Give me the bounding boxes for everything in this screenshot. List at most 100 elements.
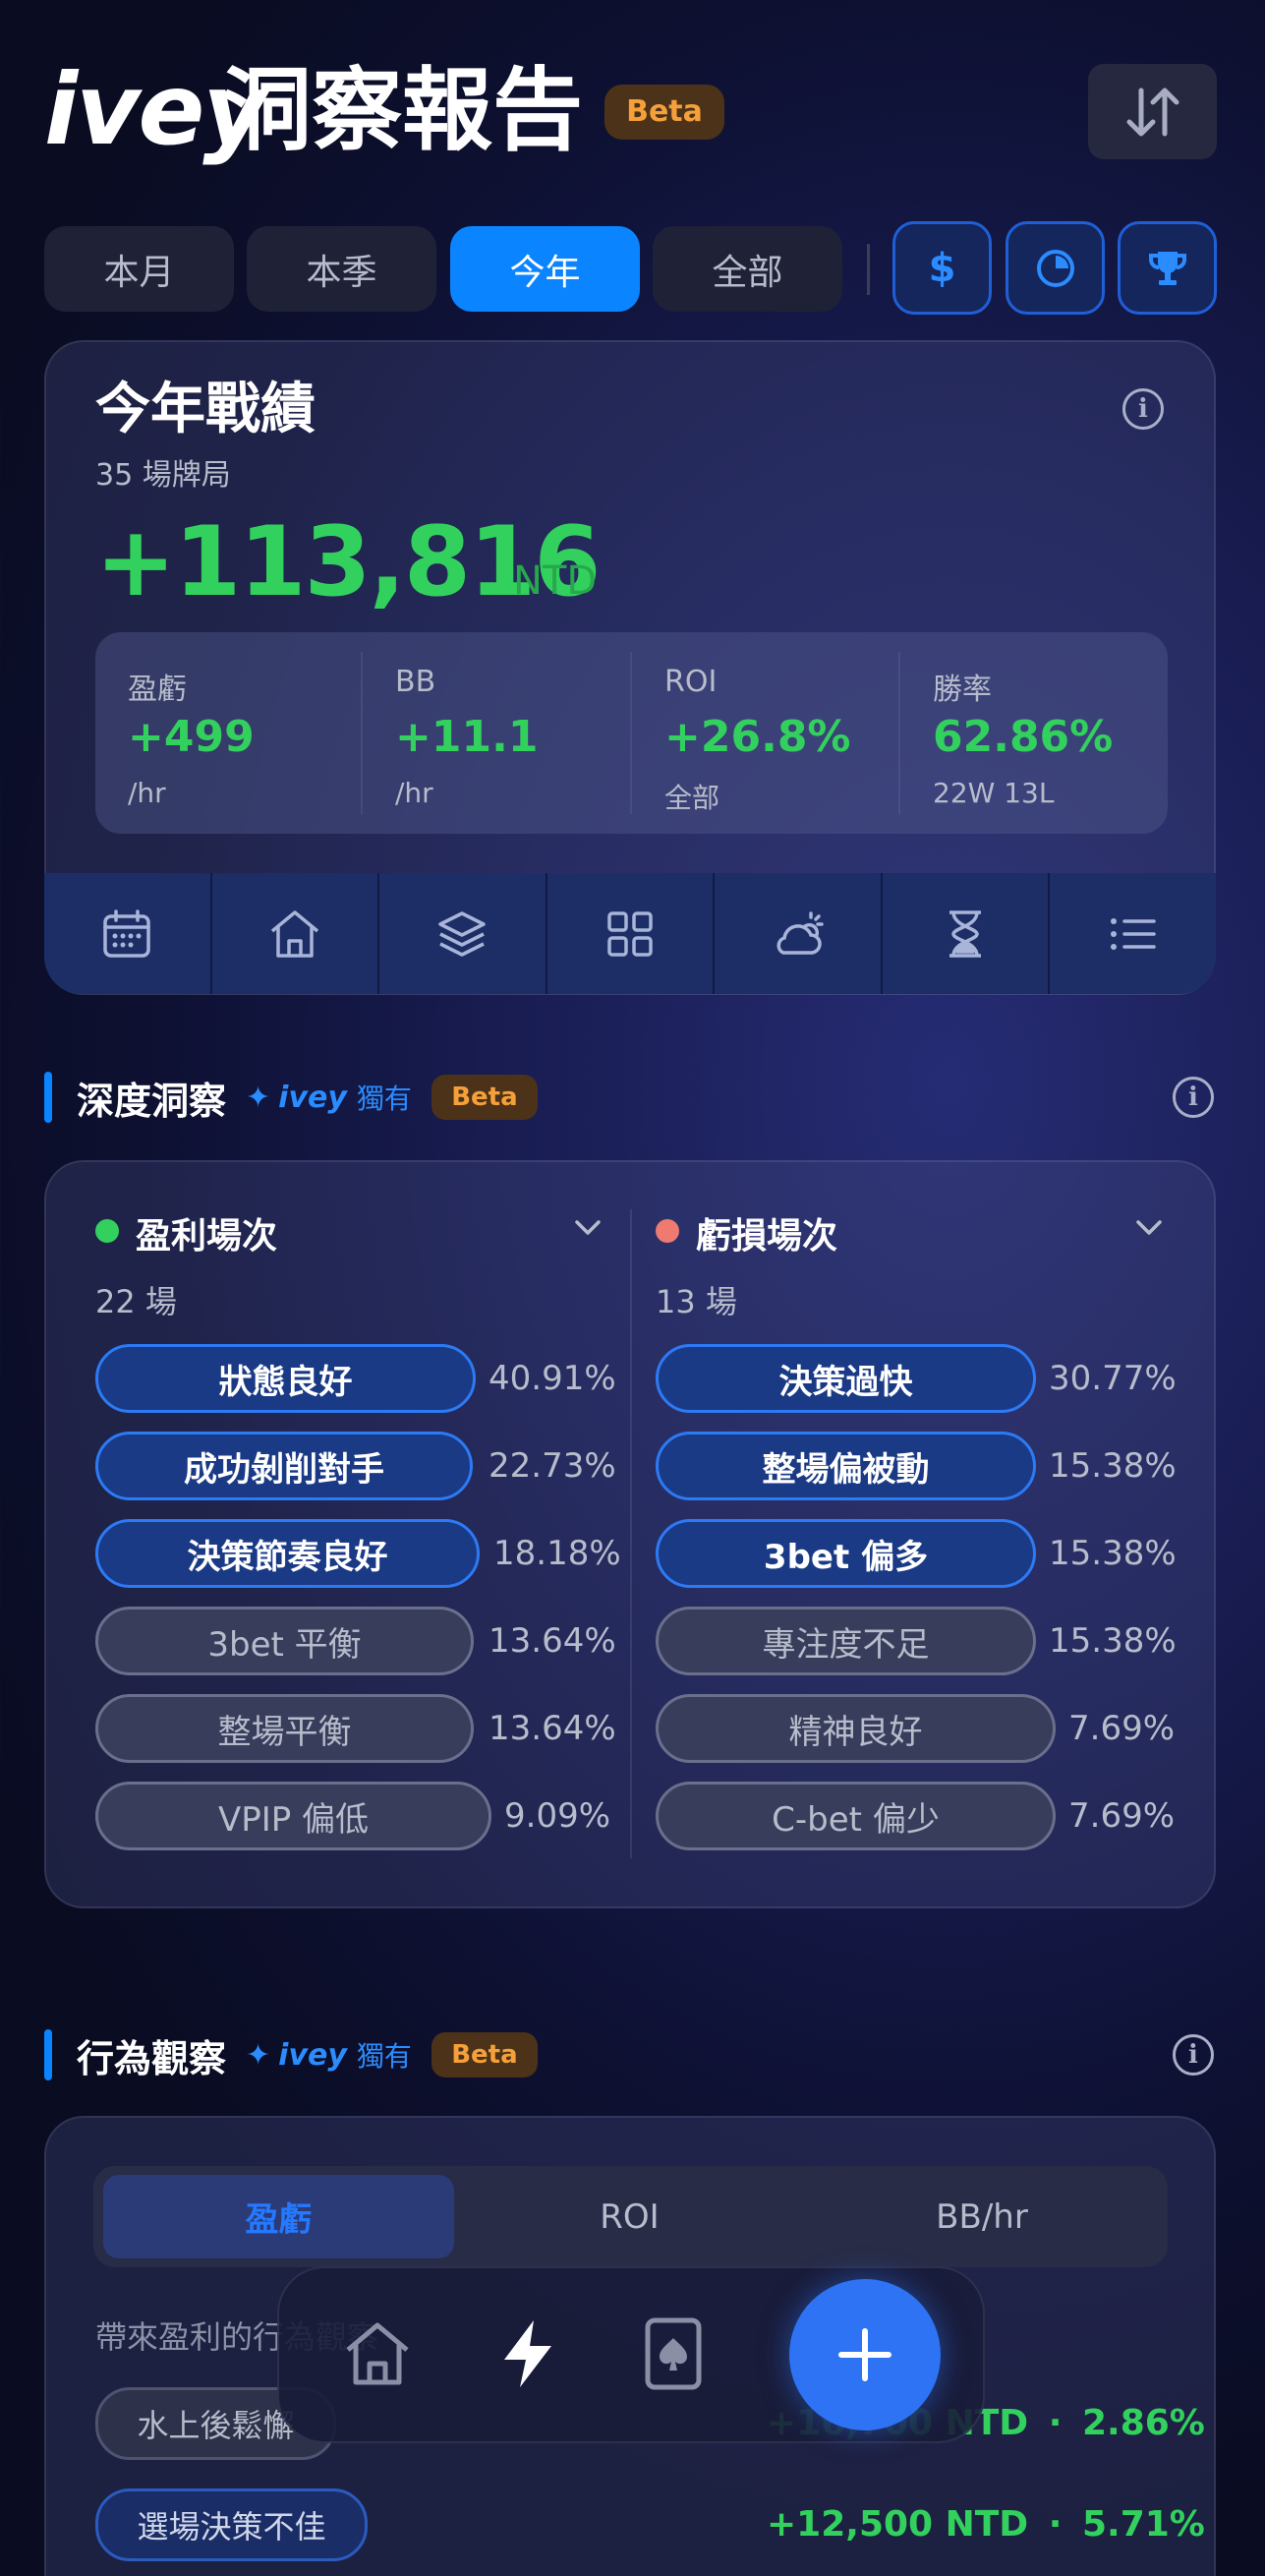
add-button[interactable] [789, 2279, 941, 2430]
tab-cards[interactable] [644, 2316, 703, 2395]
stat-value: 62.86% [933, 712, 1114, 762]
behavior-pct: 2.86% [1081, 2403, 1205, 2443]
loss-tag[interactable]: 專注度不足 [656, 1607, 1036, 1675]
sparkle-icon: ✦ [246, 1080, 271, 1115]
win-tag[interactable]: 狀態良好 [95, 1344, 476, 1413]
loss-tag[interactable]: 3bet 偏多 [656, 1519, 1036, 1588]
grid-button[interactable] [547, 873, 716, 994]
tab-month[interactable]: 本月 [44, 226, 234, 312]
stat-profit: 盈虧 +499 /hr [95, 632, 361, 834]
section-accent-bar [44, 2029, 52, 2080]
loss-tag-pct: 15.38% [1049, 1446, 1177, 1486]
win-count: 22 場 [95, 1283, 177, 1320]
behavior-value: +12,500 NTD · 5.71% [767, 2504, 1205, 2545]
loss-tag-pct: 30.77% [1049, 1359, 1177, 1398]
home-button[interactable] [212, 873, 380, 994]
trophy-icon [1148, 251, 1186, 285]
win-tag-pct: 40.91% [489, 1359, 616, 1398]
win-tag[interactable]: 決策節奏良好 [95, 1519, 480, 1588]
stat-bb: BB +11.1 /hr [363, 632, 630, 834]
page-title: 洞察報告 [221, 58, 584, 163]
metric-money-button[interactable]: $ [892, 221, 992, 315]
section-title: 深度洞察 [77, 1079, 227, 1123]
metric-time-button[interactable] [1006, 221, 1105, 315]
exclusive-brand: ivey [278, 1080, 347, 1115]
loss-dot [656, 1219, 679, 1243]
stat-unit: /hr [395, 777, 433, 809]
win-tag[interactable]: 成功剝削對手 [95, 1432, 473, 1500]
tab-quarter[interactable]: 本季 [247, 226, 436, 312]
loss-count: 13 場 [656, 1283, 737, 1320]
loss-tag-pct: 7.69% [1068, 1709, 1176, 1748]
hourglass-icon [949, 909, 982, 958]
separator: · [1048, 2403, 1063, 2443]
segment-profit[interactable]: 盈虧 [103, 2175, 454, 2258]
spade-card-icon [645, 2317, 702, 2390]
stat-unit: 22W 13L [933, 777, 1055, 809]
chevron-down-icon[interactable] [1133, 1215, 1165, 1243]
win-tag[interactable]: 3bet 平衡 [95, 1607, 474, 1675]
win-title: 盈利場次 [136, 1216, 278, 1257]
exclusive-label: 獨有 [356, 1083, 412, 1115]
hourglass-button[interactable] [883, 873, 1051, 994]
loss-tag[interactable]: 決策過快 [656, 1344, 1036, 1413]
sort-button[interactable] [1088, 64, 1217, 159]
stat-unit: 全部 [664, 782, 720, 814]
separator: · [1048, 2504, 1063, 2545]
beta-badge: Beta [431, 2032, 538, 2078]
calendar-button[interactable] [44, 873, 212, 994]
lightning-icon [504, 2320, 551, 2387]
info-icon[interactable]: i [1173, 1077, 1214, 1118]
win-tag[interactable]: VPIP 偏低 [95, 1782, 491, 1850]
segment-roi[interactable]: ROI [454, 2175, 805, 2258]
plus-icon [838, 2328, 891, 2381]
info-icon[interactable]: i [1122, 388, 1164, 430]
summary-title: 今年戰績 [95, 378, 316, 441]
weather-icon [776, 910, 824, 955]
divider [867, 244, 870, 295]
stat-label: BB [395, 665, 436, 699]
list-icon [1110, 917, 1156, 950]
deep-insight-header: 深度洞察 ✦ ivey 獨有 Beta [44, 1070, 538, 1125]
tab-insights[interactable] [496, 2318, 559, 2393]
beta-badge: Beta [604, 85, 724, 140]
stat-value: +499 [128, 712, 255, 762]
loss-tag-pct: 15.38% [1049, 1534, 1177, 1573]
grid-icon [607, 910, 653, 957]
loss-tag[interactable]: C-bet 偏少 [656, 1782, 1056, 1850]
beta-badge: Beta [431, 1075, 538, 1120]
win-tag-pct: 22.73% [489, 1446, 616, 1486]
loss-tag-pct: 7.69% [1068, 1796, 1176, 1836]
loss-title: 虧損場次 [696, 1216, 838, 1257]
dollar-icon: $ [928, 245, 956, 291]
loss-tag[interactable]: 精神良好 [656, 1694, 1056, 1763]
quick-icon-bar [44, 873, 1216, 994]
weather-button[interactable] [715, 873, 883, 994]
info-icon[interactable]: i [1173, 2034, 1214, 2076]
exclusive-label: 獨有 [356, 2040, 412, 2073]
tab-home[interactable] [342, 2318, 413, 2393]
loss-tag[interactable]: 整場偏被動 [656, 1432, 1036, 1500]
behavior-pct: 5.71% [1081, 2504, 1205, 2545]
timer-icon [1036, 249, 1074, 287]
tab-year[interactable]: 今年 [450, 226, 640, 312]
win-tag-pct: 13.64% [489, 1709, 616, 1748]
chevron-down-icon[interactable] [572, 1215, 604, 1243]
behavior-amount: +12,500 NTD [767, 2504, 1029, 2545]
section-accent-bar [44, 1072, 52, 1123]
tab-all[interactable]: 全部 [653, 226, 842, 312]
stat-value: +11.1 [395, 712, 539, 762]
home-icon [346, 2322, 409, 2385]
profit-dot [95, 1219, 119, 1243]
stat-winrate: 勝率 62.86% 22W 13L [900, 632, 1168, 834]
metric-trophy-button[interactable] [1118, 221, 1217, 315]
loss-tag-pct: 15.38% [1049, 1621, 1177, 1661]
layers-button[interactable] [379, 873, 547, 994]
stat-unit: /hr [128, 777, 166, 809]
stat-roi: ROI +26.8% 全部 [632, 632, 898, 834]
stat-label: 盈虧 [128, 673, 187, 707]
list-button[interactable] [1050, 873, 1216, 994]
win-tag[interactable]: 整場平衡 [95, 1694, 474, 1763]
segment-bbhr[interactable]: BB/hr [805, 2175, 1159, 2258]
behavior-tag[interactable]: 選場決策不佳 [95, 2488, 368, 2561]
